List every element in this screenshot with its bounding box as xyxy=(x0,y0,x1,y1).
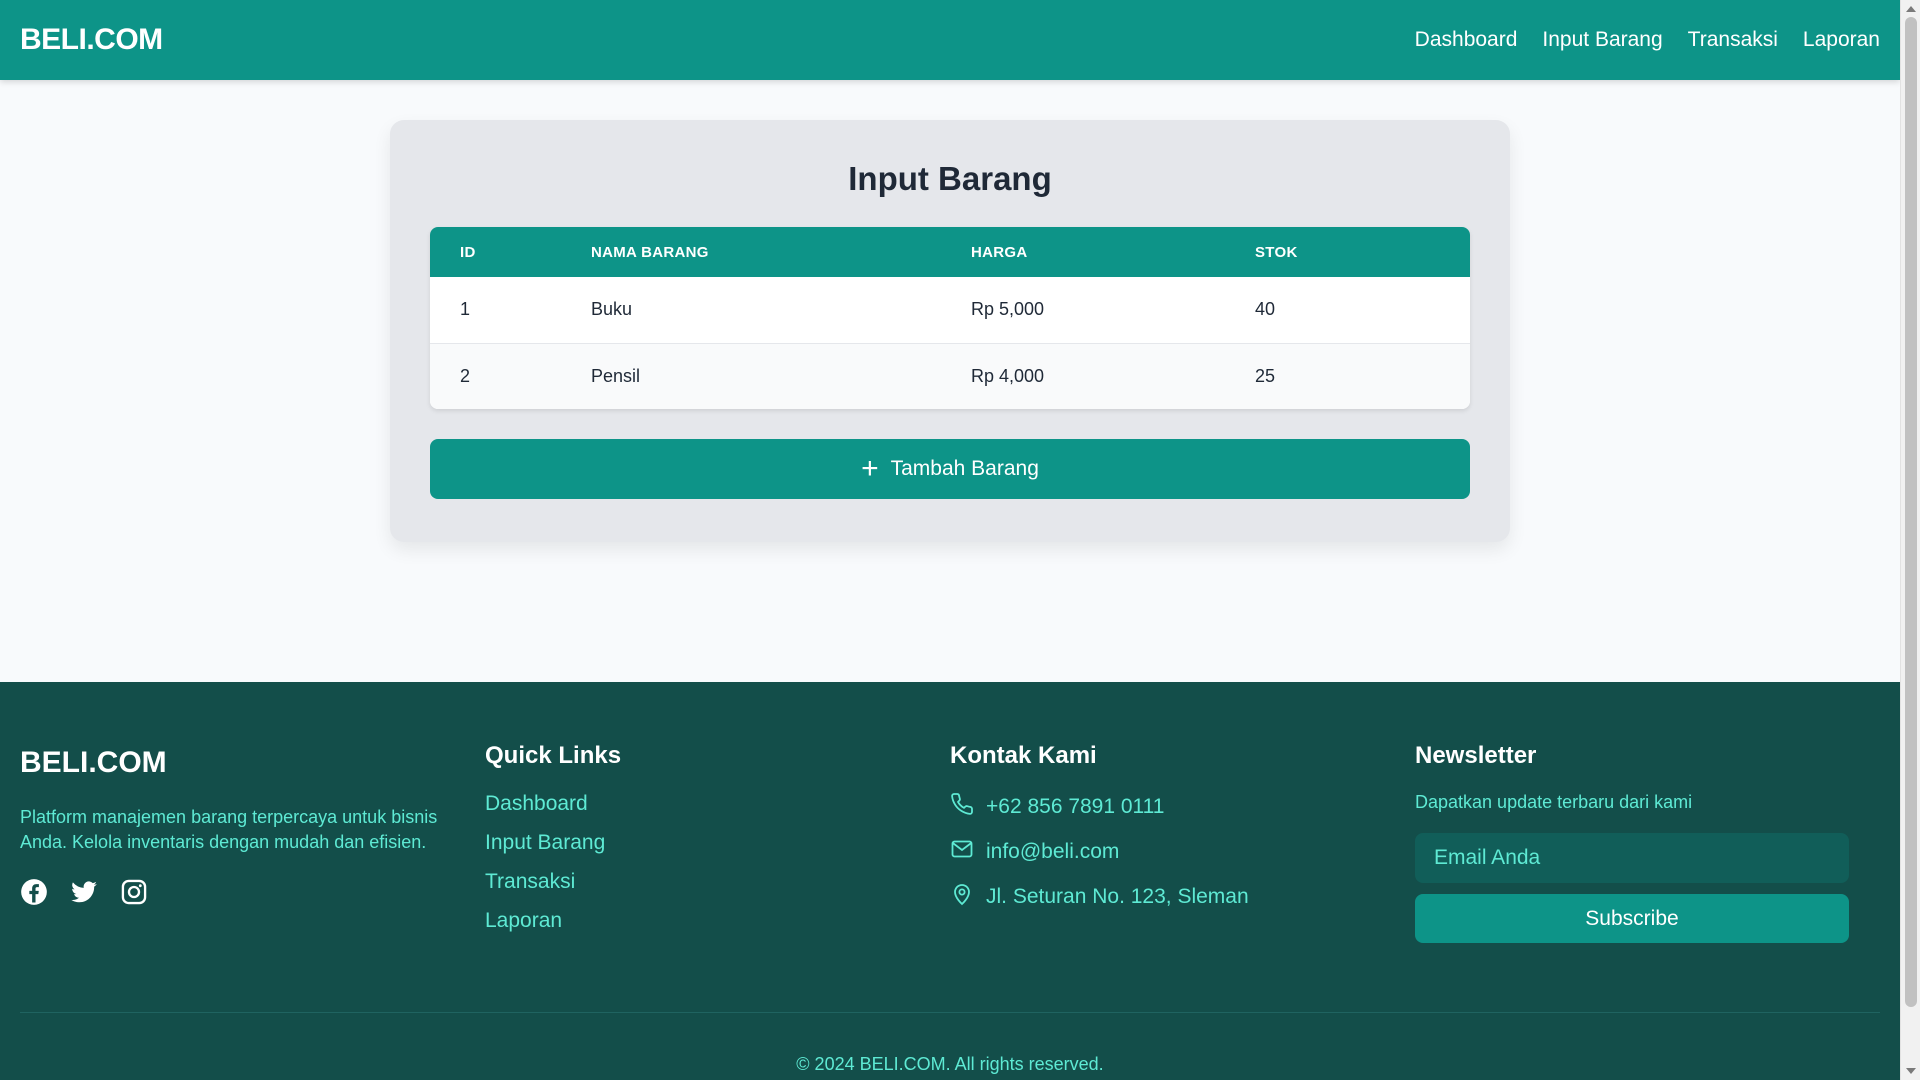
tambah-barang-button[interactable]: + Tambah Barang xyxy=(430,439,1470,499)
nav-link-transaksi[interactable]: Transaksi xyxy=(1688,28,1778,52)
footer: BELI.COM Platform manajemen barang terpe… xyxy=(0,682,1900,1080)
mail-icon xyxy=(950,837,974,867)
navbar: BELI.COM Dashboard Input Barang Transaks… xyxy=(0,0,1900,80)
table-header-row: ID NAMA BARANG HARGA STOK xyxy=(430,227,1470,277)
nav-link-input-barang[interactable]: Input Barang xyxy=(1542,28,1662,52)
plus-icon: + xyxy=(861,452,879,485)
footer-link-input-barang[interactable]: Input Barang xyxy=(485,831,950,855)
cell-harga: Rp 5,000 xyxy=(971,299,1045,320)
nav-link-laporan[interactable]: Laporan xyxy=(1803,28,1880,52)
quick-links-title: Quick Links xyxy=(485,742,622,769)
map-pin-icon xyxy=(950,882,974,912)
scroll-up-arrow-icon[interactable] xyxy=(1906,6,1916,12)
phone-text: +62 856 7891 0111 xyxy=(986,795,1165,818)
copyright: © 2024 BELI.COM. All rights reserved. xyxy=(796,1054,1104,1074)
table-row: 2 Pensil Rp 4,000 25 xyxy=(430,343,1470,409)
contact-phone: +62 856 7891 0111 xyxy=(950,792,1415,822)
vertical-scrollbar[interactable] xyxy=(1900,0,1920,1080)
nav-link-dashboard[interactable]: Dashboard xyxy=(1415,28,1518,52)
newsletter-title: Newsletter xyxy=(1415,742,1537,769)
brand-logo[interactable]: BELI.COM xyxy=(20,23,163,57)
cell-id: 2 xyxy=(460,365,471,386)
footer-description: Platform manajemen barang terpercaya unt… xyxy=(20,807,438,852)
cell-nama-barang: Pensil xyxy=(591,365,641,386)
footer-link-laporan[interactable]: Laporan xyxy=(485,909,950,933)
address-text: Jl. Seturan No. 123, Sleman xyxy=(986,885,1249,908)
twitter-icon[interactable] xyxy=(70,878,98,911)
contact-email: info@beli.com xyxy=(950,837,1415,867)
newsletter-text: Dapatkan update terbaru dari kami xyxy=(1415,792,1693,812)
footer-newsletter: Newsletter Dapatkan update terbaru dari … xyxy=(1415,742,1880,948)
scrollbar-thumb[interactable] xyxy=(1905,17,1917,1007)
scroll-down-arrow-icon[interactable] xyxy=(1906,1068,1916,1074)
page: BELI.COM Dashboard Input Barang Transaks… xyxy=(0,0,1900,1080)
footer-link-dashboard[interactable]: Dashboard xyxy=(485,792,950,816)
cell-harga: Rp 4,000 xyxy=(971,365,1045,386)
cell-id: 1 xyxy=(460,299,471,320)
cell-nama-barang: Buku xyxy=(591,299,633,320)
column-header-id: ID xyxy=(460,243,476,261)
footer-brand: BELI.COM xyxy=(20,746,167,779)
social-links xyxy=(20,878,485,911)
footer-about: BELI.COM Platform manajemen barang terpe… xyxy=(20,742,485,948)
footer-link-transaksi[interactable]: Transaksi xyxy=(485,870,950,894)
nav-links: Dashboard Input Barang Transaksi Laporan xyxy=(1415,28,1880,52)
footer-contact: Kontak Kami +62 856 7891 0111 info@beli.… xyxy=(950,742,1415,948)
contact-title: Kontak Kami xyxy=(950,742,1097,769)
page-title: Input Barang xyxy=(848,160,1052,197)
instagram-icon[interactable] xyxy=(120,878,148,911)
facebook-icon[interactable] xyxy=(20,878,48,911)
input-barang-card: Input Barang ID NAMA BARANG HARGA STOK 1… xyxy=(390,120,1510,542)
email-text: info@beli.com xyxy=(986,840,1120,863)
newsletter-email-input[interactable] xyxy=(1415,833,1849,883)
subscribe-button[interactable]: Subscribe xyxy=(1415,894,1849,943)
footer-quick-links: Quick Links Dashboard Input Barang Trans… xyxy=(485,742,950,948)
items-table: ID NAMA BARANG HARGA STOK 1 Buku Rp 5,00… xyxy=(430,227,1470,409)
footer-divider xyxy=(20,1012,1880,1013)
phone-icon xyxy=(950,792,974,822)
tambah-barang-label: Tambah Barang xyxy=(890,457,1039,480)
column-header-nama-barang: NAMA BARANG xyxy=(591,243,709,261)
cell-stok: 40 xyxy=(1255,299,1276,320)
cell-stok: 25 xyxy=(1255,365,1276,386)
column-header-stok: STOK xyxy=(1255,243,1298,261)
contact-address: Jl. Seturan No. 123, Sleman xyxy=(950,882,1415,912)
column-header-harga: HARGA xyxy=(971,243,1028,261)
table-row: 1 Buku Rp 5,000 40 xyxy=(430,277,1470,343)
